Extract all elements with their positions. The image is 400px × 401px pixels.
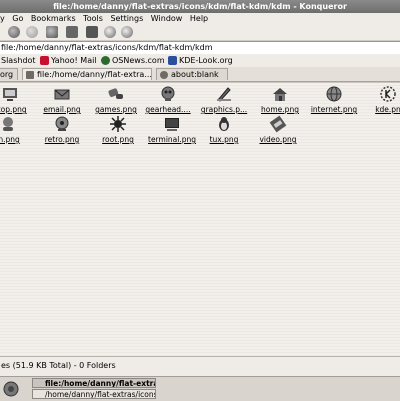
- konqueror-icon: [160, 70, 168, 79]
- file-name: games.png: [95, 105, 137, 114]
- taskbar: file:/home/danny/flat-extras /home/danny…: [0, 376, 400, 401]
- file-item-retro[interactable]: retro.png: [34, 115, 90, 151]
- user-icon: [3, 117, 13, 131]
- tab-org[interactable]: org: [0, 68, 18, 80]
- graphics-icon: [217, 87, 231, 102]
- zoom-out-icon[interactable]: [121, 26, 133, 38]
- tab-file[interactable]: file:/home/danny/flat-extra...: [22, 68, 152, 80]
- retro-icon: [55, 116, 69, 131]
- file-view: ktop.png email.png games.png gearhead...…: [0, 82, 400, 357]
- file-item-internet[interactable]: internet.png: [306, 85, 362, 121]
- root-icon: [110, 116, 126, 132]
- stop-icon[interactable]: [26, 26, 38, 38]
- file-name: gearhead....: [145, 105, 191, 114]
- tab-label: org: [0, 70, 14, 79]
- task-konqueror-1[interactable]: file:/home/danny/flat-extras: [32, 378, 156, 388]
- folder-icon: [26, 70, 34, 79]
- menu-view[interactable]: y: [0, 13, 5, 25]
- video-icon: [269, 115, 287, 133]
- menu-bookmarks[interactable]: Bookmarks: [31, 13, 76, 25]
- file-name: internet.png: [310, 105, 358, 114]
- terminal-icon: [165, 118, 179, 131]
- print-frame-icon[interactable]: [86, 26, 98, 38]
- file-item-video[interactable]: video.png: [250, 115, 306, 151]
- menu-window[interactable]: Window: [151, 13, 183, 25]
- bookmark-osnews[interactable]: OSNews.com: [101, 54, 165, 67]
- file-name: tux.png: [209, 135, 239, 144]
- bookmark-label: KDE-Look.org: [179, 56, 233, 65]
- file-name: kde.pn: [375, 105, 400, 114]
- home-icon: [273, 88, 287, 101]
- file-item-user[interactable]: in.png: [0, 115, 36, 151]
- zoom-in-icon[interactable]: [104, 26, 116, 38]
- menu-settings[interactable]: Settings: [110, 13, 143, 25]
- desktop-icon: [3, 88, 17, 101]
- bookmark-label: Slashdot: [1, 56, 36, 65]
- file-name: in.png: [0, 135, 20, 144]
- tab-bar: org file:/home/danny/flat-extra... about…: [0, 67, 400, 82]
- file-name: home.png: [261, 105, 299, 114]
- bookmark-kde-look[interactable]: KDE-Look.org: [168, 54, 233, 67]
- file-name: video.png: [259, 135, 297, 144]
- tab-label: file:/home/danny/flat-extra...: [37, 70, 152, 79]
- toolbar: [0, 25, 400, 41]
- bookmark-label: OSNews.com: [112, 56, 165, 65]
- tab-about-blank[interactable]: about:blank: [156, 68, 228, 80]
- osnews-icon: [101, 56, 110, 65]
- bookmark-slashdot[interactable]: Slashdot: [1, 54, 36, 67]
- home-toolbar-icon[interactable]: [46, 26, 58, 38]
- bookmark-yahoo-mail[interactable]: Yahoo! Mail: [40, 54, 97, 67]
- file-item-root[interactable]: root.png: [90, 115, 146, 151]
- menu-bar: y Go Bookmarks Tools Settings Window Hel…: [0, 13, 400, 25]
- bookmarks-bar: Slashdot Yahoo! Mail OSNews.com KDE-Look…: [0, 54, 400, 67]
- file-item-terminal[interactable]: terminal.png: [144, 115, 200, 151]
- menu-go[interactable]: Go: [12, 13, 23, 25]
- bookmark-label: Yahoo! Mail: [51, 56, 97, 65]
- menu-help[interactable]: Help: [190, 13, 208, 25]
- file-name: terminal.png: [148, 135, 196, 144]
- yahoo-icon: [40, 56, 49, 65]
- task-label: file:/home/danny/flat-extras: [45, 379, 156, 388]
- file-name: ktop.png: [0, 105, 27, 114]
- task-label: /home/danny/flat-extras/icons: [45, 390, 156, 399]
- file-name: email.png: [43, 105, 81, 114]
- reload-icon[interactable]: [8, 26, 20, 38]
- status-bar: es (51.9 KB Total) - 0 Folders: [0, 356, 400, 377]
- gamepad-icon: [108, 88, 123, 99]
- email-icon: [54, 89, 70, 100]
- task-konqueror-2[interactable]: /home/danny/flat-extras/icons: [32, 389, 156, 399]
- kdelook-icon: [168, 56, 177, 65]
- file-name: graphics.p...: [200, 105, 248, 114]
- file-item-tux[interactable]: tux.png: [196, 115, 252, 151]
- window-title: file:/home/danny/flat-extras/icons/kdm/f…: [0, 0, 400, 13]
- tux-icon: [219, 117, 229, 131]
- kde-menu-icon[interactable]: [3, 381, 19, 397]
- location-input[interactable]: file:/home/danny/flat-extras/icons/kdm/f…: [0, 41, 400, 55]
- tab-label: about:blank: [171, 70, 219, 79]
- file-item-kde[interactable]: kde.pn: [360, 85, 400, 121]
- file-name: root.png: [102, 135, 134, 144]
- kde-icon: [380, 86, 396, 102]
- menu-tools[interactable]: Tools: [83, 13, 103, 25]
- gearhead-icon: [161, 86, 175, 101]
- internet-icon: [326, 86, 342, 102]
- file-name: retro.png: [44, 135, 80, 144]
- print-icon[interactable]: [66, 26, 78, 38]
